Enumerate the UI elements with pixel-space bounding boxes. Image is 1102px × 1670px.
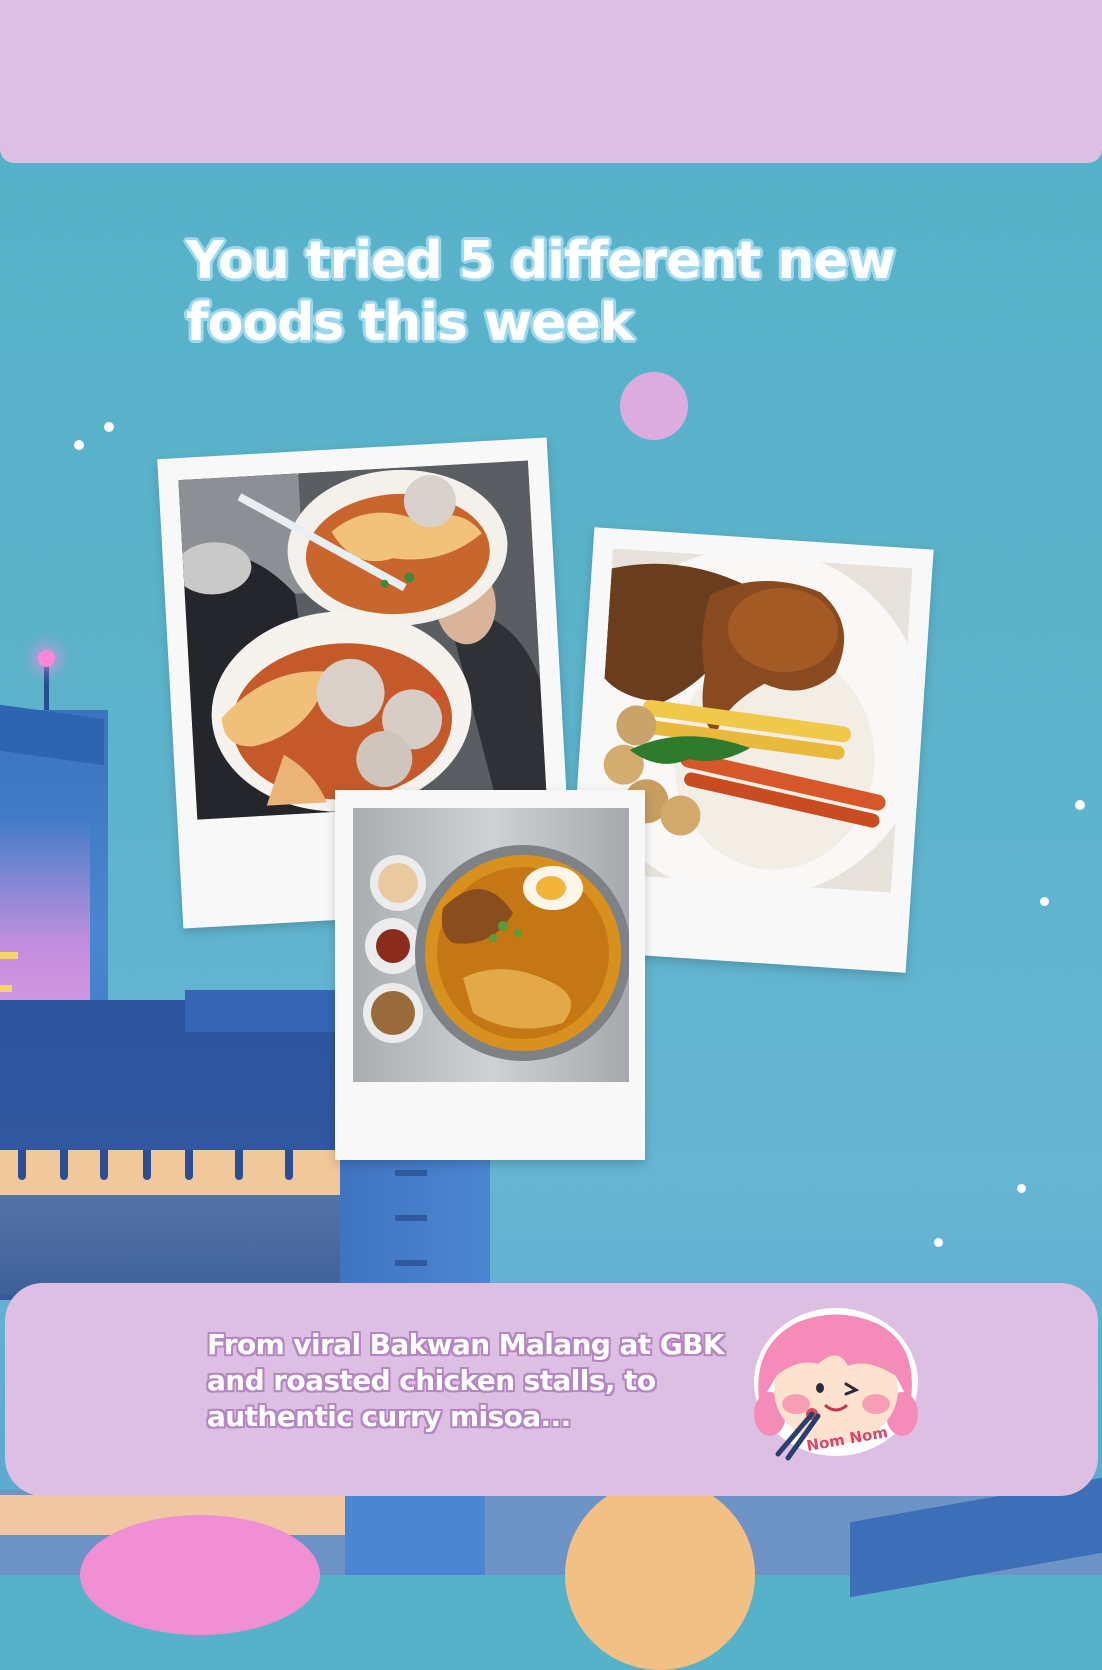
headline-line-2: foods this week: [186, 293, 634, 353]
tower-stripe: [0, 952, 18, 959]
antenna-light: [38, 650, 55, 667]
building-ornament: [285, 1150, 293, 1180]
star-dot: [104, 422, 114, 432]
bottom-pink-shape: [80, 1515, 320, 1635]
decorative-pink-circle: [620, 372, 688, 440]
building-ornament: [143, 1150, 151, 1180]
bottom-block: [345, 1495, 485, 1575]
pillar-rung: [395, 1215, 427, 1221]
headline-line-1: You tried 5 different new: [186, 231, 896, 291]
building-ornament: [100, 1150, 108, 1180]
caption-text: From viral Bakwan Malang at GBK and roas…: [207, 1327, 767, 1435]
star-dot: [74, 440, 84, 450]
pillar-rung: [395, 1260, 427, 1266]
star-dot: [1075, 800, 1085, 810]
top-banner: [0, 0, 1102, 163]
building-lower: [0, 1195, 340, 1295]
star-dot: [1017, 1184, 1026, 1193]
building-ornament: [60, 1150, 68, 1180]
photo-bakso: [178, 460, 547, 820]
polaroid-curry-misoa: [335, 790, 645, 1160]
caption-line-3: authentic curry misoa...: [207, 1400, 571, 1433]
tower-stripe: [0, 985, 12, 992]
building-ornament: [18, 1150, 26, 1180]
bottom-moon: [565, 1480, 755, 1670]
caption-line-1: From viral Bakwan Malang at GBK: [207, 1328, 725, 1361]
nom-nom-sticker: Nom Nom: [748, 1306, 928, 1466]
building-ornament: [235, 1150, 243, 1180]
headline: You tried 5 different new foods this wee…: [186, 230, 946, 354]
building-roof: [185, 990, 335, 1032]
building-ornament: [185, 1150, 193, 1180]
pillar-rung: [395, 1170, 427, 1176]
star-dot: [1040, 897, 1049, 906]
star-dot: [934, 1238, 943, 1247]
caption-line-2: and roasted chicken stalls, to: [207, 1364, 656, 1397]
photo-curry-misoa: [353, 808, 629, 1082]
